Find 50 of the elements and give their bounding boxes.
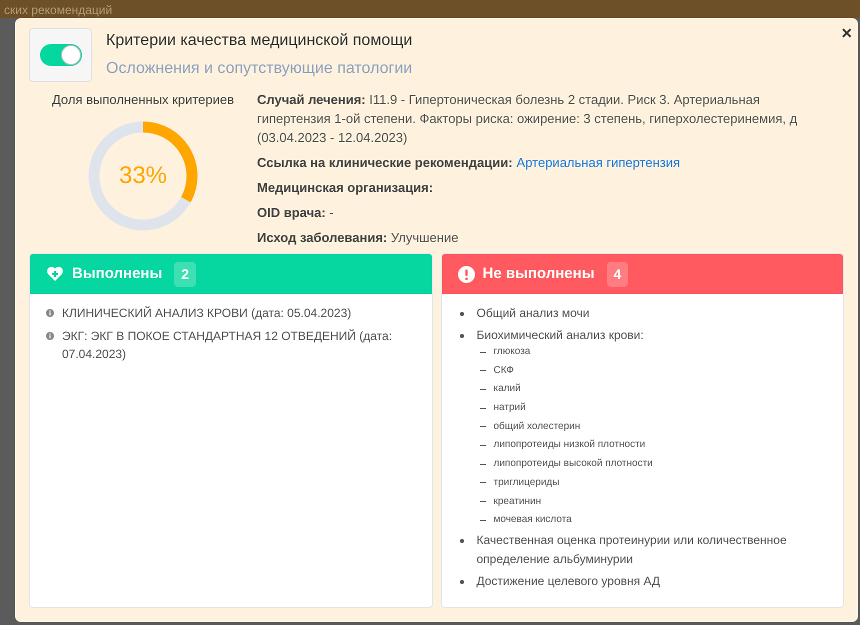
info-line: OID врача: - [257,204,335,222]
recommendation-link[interactable]: Артериальная гипертензия [516,153,680,172]
not-completed-item: Общий анализ мочи [476,305,590,322]
sub-item: глюкоза [494,346,530,358]
percent-value: 33% [118,160,168,190]
bullet-icon [460,312,464,316]
info-line: Случай лечения: I11.9 - Гипертоническая болезнь 2 стадии. Риск 3. Артериальная гипертензия 1-ой степени. Факторы риска: ожирение: 3 степень, гиперхолестеринемия, д (03.04.2023 - 12.04.2023) [257,91,798,147]
info-icon [46,309,54,317]
toggle-switch[interactable] [40,44,82,66]
not-completed-item: Достижение целевого уровня АД [476,573,660,590]
bullet-icon [460,580,464,584]
sub-item: мочевая кислота [494,514,572,526]
dash-icon [480,408,486,409]
info-line: Медицинская организация: [257,179,434,197]
sub-item: липопротеиды низкой плотности [494,439,646,452]
not-completed-count: 4 [606,262,628,286]
completed-item: КЛИНИЧЕСКИЙ АНАЛИЗ КРОВИ (дата: 05.04.2023) [62,305,352,322]
info-icon [46,332,54,340]
bullet-icon [460,334,464,338]
modal-title: Критерии качества медицинской помощи [106,31,412,51]
not-completed-item: Качественная оценка протеинурии или количественное определение альбуминурии [476,532,788,568]
dash-icon [480,388,486,390]
progress-label: Доля выполненных критериев [52,91,234,109]
heart-plus-icon [46,266,64,282]
dash-icon [480,501,486,502]
dash-icon [480,426,486,428]
sub-item: липопротеиды высокой плотности [494,458,653,470]
sub-item: креатинин [494,496,542,508]
completed-item: ЭКГ: ЭКГ В ПОКОЕ СТАНДАРТНАЯ 12 ОТВЕДЕНИЙ (дата: 07.04.2023) [62,328,394,363]
dash-icon [480,520,486,521]
dash-icon [480,444,486,446]
background-title: ских рекомендаций [4,2,112,18]
sub-item: натрий [494,402,526,414]
exclamation-icon [458,266,474,282]
dash-icon [480,464,486,465]
completed-count: 2 [174,262,196,286]
dash-icon [480,370,486,372]
close-button[interactable]: × [841,24,852,42]
not-completed-title: Не выполнены [482,264,595,284]
not-completed-item: Биохимический анализ крови: [476,327,644,344]
sub-item: общий холестерин [494,420,580,433]
sub-item: калий [494,383,521,396]
completed-title: Выполнены [72,264,162,284]
sub-item: триглицериды [494,476,560,489]
info-line: Исход заболевания: Улучшение [257,229,460,247]
dash-icon [480,482,486,484]
info-label: Ссылка на клинические рекомендации: [257,154,513,172]
modal-subtitle: Осложнения и сопутствующие патологии [106,59,412,79]
sub-item: СКФ [494,364,514,377]
bullet-icon [460,539,464,544]
